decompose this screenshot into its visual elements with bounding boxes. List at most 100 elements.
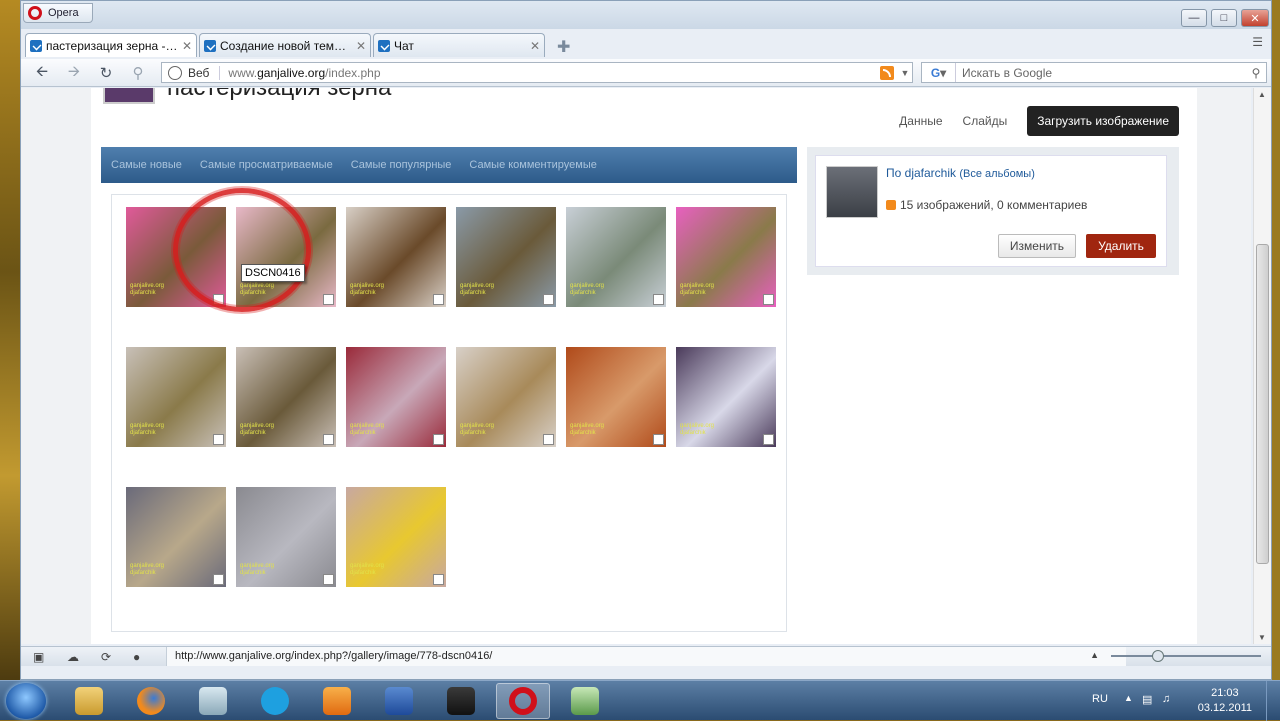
tab-close-icon[interactable]: ✕: [182, 39, 192, 53]
thumbnail-select-checkbox[interactable]: [653, 434, 664, 445]
scroll-up-arrow-icon[interactable]: ▲: [1258, 90, 1266, 99]
taskbar-firefox[interactable]: [124, 683, 178, 719]
filter-most-commented[interactable]: Самые комментируемые: [469, 159, 596, 171]
maximize-button[interactable]: □: [1211, 9, 1237, 27]
google-engine-icon[interactable]: G ▾: [922, 63, 956, 82]
thumbnail-select-checkbox[interactable]: [653, 294, 664, 305]
gallery-filter-bar: Самые новые Самые просматриваемые Самые …: [101, 147, 797, 183]
taskbar-notes[interactable]: [186, 683, 240, 719]
address-dropdown-icon[interactable]: ▼: [898, 68, 912, 78]
gallery-thumbnail[interactable]: ganjalive.org djafarchik: [346, 347, 446, 447]
tab-new-topic[interactable]: Создание новой темы... ✕: [199, 33, 371, 57]
thumbnail-select-checkbox[interactable]: [433, 434, 444, 445]
gallery-thumbnail[interactable]: ganjalive.org djafarchik: [126, 487, 226, 587]
close-button[interactable]: ✕: [1241, 9, 1269, 27]
tab-slides-link[interactable]: Слайды: [963, 114, 1008, 128]
tab-data-link[interactable]: Данные: [899, 114, 942, 128]
thumbnail-select-checkbox[interactable]: [543, 294, 554, 305]
filter-most-popular[interactable]: Самые популярные: [351, 159, 452, 171]
forward-arrow-icon[interactable]: 🡪: [65, 63, 83, 82]
key-icon[interactable]: ⚲: [129, 64, 147, 82]
search-icon[interactable]: ⚲: [1246, 66, 1266, 80]
speed-dial-icon[interactable]: ●: [133, 650, 140, 664]
watermark-line1: ganjalive.org: [130, 283, 165, 289]
gallery-thumbnail[interactable]: ganjalive.org djafarchik: [346, 207, 446, 307]
rss-feed-icon[interactable]: [880, 65, 894, 80]
taskbar-media-player[interactable]: [310, 683, 364, 719]
gallery-thumbnail[interactable]: ganjalive.org djafarchik: [566, 347, 666, 447]
minimize-button[interactable]: —: [1181, 9, 1207, 27]
filter-newest[interactable]: Самые новые: [111, 159, 182, 171]
taskbar-word[interactable]: [372, 683, 426, 719]
gallery-thumbnail[interactable]: ganjalive.org djafarchik: [676, 207, 776, 307]
vertical-scrollbar[interactable]: ▲ ▼: [1253, 88, 1271, 644]
opera-menu-button[interactable]: Opera: [23, 3, 93, 23]
thumbnail-select-checkbox[interactable]: [323, 434, 334, 445]
gallery-thumbnail[interactable]: ganjalive.org djafarchik: [126, 347, 226, 447]
start-button[interactable]: [6, 683, 46, 719]
zoom-menu-icon[interactable]: ▲: [1090, 650, 1099, 660]
thumbnail-select-checkbox[interactable]: [323, 574, 334, 585]
opera-menu-label: Opera: [48, 7, 79, 19]
filter-most-viewed[interactable]: Самые просматриваемые: [200, 159, 333, 171]
gallery-thumbnail[interactable]: ganjalive.org djafarchik: [676, 347, 776, 447]
thumbnail-select-checkbox[interactable]: [433, 574, 444, 585]
zoom-slider[interactable]: [1111, 650, 1261, 662]
author-avatar[interactable]: [826, 166, 878, 218]
tab-pasteurization[interactable]: пастеризация зерна - ... ✕: [25, 33, 197, 57]
share-icon[interactable]: ⟳: [101, 650, 111, 664]
upload-image-button[interactable]: Загрузить изображение: [1027, 106, 1179, 136]
tab-close-icon[interactable]: ✕: [356, 39, 366, 53]
address-url[interactable]: www.ganjalive.org/index.php: [228, 66, 880, 80]
thumbnail-select-checkbox[interactable]: [323, 294, 334, 305]
word-icon: [385, 687, 413, 715]
thumbnail-select-checkbox[interactable]: [763, 434, 774, 445]
gallery-thumbnail[interactable]: ganjalive.org djafarchik: [456, 347, 556, 447]
site-favicon-icon: [204, 39, 216, 52]
author-link[interactable]: djafarchik: [905, 166, 956, 180]
tray-expand-icon[interactable]: ▲: [1124, 693, 1133, 703]
thumbnail-select-checkbox[interactable]: [433, 294, 444, 305]
back-arrow-icon[interactable]: 🡨: [33, 63, 51, 82]
cloud-icon[interactable]: ☁: [67, 650, 79, 664]
gallery-thumbnail[interactable]: ganjalive.org djafarchik: [346, 487, 446, 587]
gallery-thumbnail[interactable]: ganjalive.org djafarchik: [566, 207, 666, 307]
taskbar-opera[interactable]: [496, 683, 550, 719]
tab-close-icon[interactable]: ✕: [530, 39, 540, 53]
gallery-thumbnail[interactable]: ganjalive.org djafarchik: [236, 487, 336, 587]
closed-tabs-icon[interactable]: ☰: [1252, 35, 1263, 49]
tab-title: Создание новой темы...: [220, 38, 352, 53]
gallery-thumbnail[interactable]: ganjalive.org djafarchik: [236, 347, 336, 447]
delete-button[interactable]: Удалить: [1086, 234, 1156, 258]
taskbar-skype[interactable]: [248, 683, 302, 719]
reload-icon[interactable]: ↻: [97, 64, 115, 82]
scrollbar-thumb[interactable]: [1256, 244, 1269, 564]
taskbar-explorer[interactable]: [62, 683, 116, 719]
thumbnail-select-checkbox[interactable]: [213, 574, 224, 585]
panel-toggle-icon[interactable]: ▣: [33, 650, 44, 664]
language-indicator[interactable]: RU: [1092, 693, 1108, 705]
new-tab-plus-icon[interactable]: ✚: [557, 37, 570, 57]
gallery-thumbnail[interactable]: ganjalive.org djafarchik: [456, 207, 556, 307]
address-bar[interactable]: Веб www.ganjalive.org/index.php ▼: [161, 62, 913, 83]
tab-chat[interactable]: Чат ✕: [373, 33, 545, 57]
zoom-knob[interactable]: [1152, 650, 1164, 662]
volume-icon[interactable]: ♫: [1162, 693, 1170, 705]
taskbar-app[interactable]: [558, 683, 612, 719]
thumbnail-select-checkbox[interactable]: [763, 294, 774, 305]
thumbnail-select-checkbox[interactable]: [213, 434, 224, 445]
clock[interactable]: 21:03 03.12.2011: [1198, 686, 1252, 716]
search-box[interactable]: G ▾ Искать в Google ⚲: [921, 62, 1267, 83]
all-albums-link[interactable]: Все альбомы: [963, 168, 1031, 180]
thumbnail-select-checkbox[interactable]: [543, 434, 554, 445]
taskbar-video-player[interactable]: [434, 683, 488, 719]
edit-button[interactable]: Изменить: [998, 234, 1076, 258]
network-icon[interactable]: ▤: [1142, 693, 1152, 706]
show-desktop-button[interactable]: [1266, 681, 1280, 721]
scroll-down-arrow-icon[interactable]: ▼: [1258, 633, 1266, 642]
watermark-line1: ganjalive.org: [240, 423, 275, 429]
desktop-background-right: [1272, 0, 1280, 680]
tab-title: пастеризация зерна - ...: [46, 38, 178, 53]
url-domain: ganjalive.org: [257, 65, 326, 80]
rss-small-icon[interactable]: [886, 200, 896, 210]
